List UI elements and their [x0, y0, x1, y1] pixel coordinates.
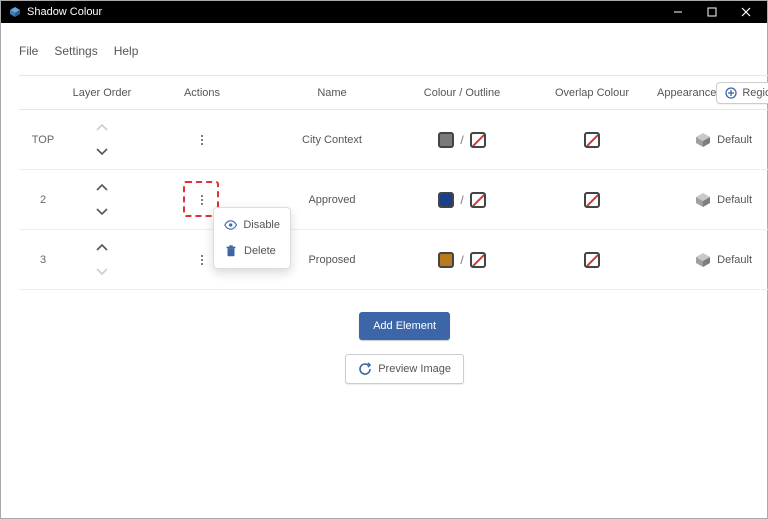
table-header: Layer Order Actions Name Colour / Outlin…	[19, 76, 768, 110]
minimize-button[interactable]	[661, 1, 695, 23]
col-layer-order: Layer Order	[67, 87, 137, 99]
colour-swatch[interactable]	[438, 192, 454, 208]
layer-table: Layer Order Actions Name Colour / Outlin…	[19, 75, 768, 290]
outline-swatch[interactable]	[470, 252, 486, 268]
eye-icon	[224, 218, 237, 232]
slash: /	[460, 133, 463, 147]
preview-label: Preview Image	[378, 363, 451, 375]
add-element-button[interactable]: Add Element	[359, 312, 450, 340]
row-actions-button[interactable]	[191, 129, 213, 151]
col-actions: Actions	[137, 87, 267, 99]
table-row: 3 Proposed /	[19, 230, 768, 290]
region-label: Region	[742, 87, 768, 99]
footer-buttons: Add Element Preview Image	[19, 312, 768, 384]
colour-swatch[interactable]	[438, 252, 454, 268]
menu-settings[interactable]: Settings	[54, 44, 97, 58]
popover-disable[interactable]: Disable	[214, 212, 290, 238]
col-appearance: Appearance	[657, 87, 716, 99]
move-down-button	[95, 267, 109, 277]
row-name: City Context	[267, 134, 397, 146]
menu-help[interactable]: Help	[114, 44, 139, 58]
cube-icon	[695, 192, 711, 208]
appearance-label[interactable]: Default	[717, 254, 752, 266]
popover-delete[interactable]: Delete	[214, 238, 290, 264]
add-region-button[interactable]: Region	[716, 82, 768, 104]
row-rank: 2	[19, 194, 67, 206]
maximize-button[interactable]	[695, 1, 729, 23]
app-window: Shadow Colour File Settings Help 1.8.0	[0, 0, 768, 519]
actions-popover: Disable Delete	[213, 207, 291, 269]
preview-image-button[interactable]: Preview Image	[345, 354, 464, 384]
move-up-button[interactable]	[95, 243, 109, 253]
col-colour-outline: Colour / Outline	[397, 87, 527, 99]
overlap-swatch[interactable]	[584, 192, 600, 208]
colour-swatch[interactable]	[438, 132, 454, 148]
move-down-button[interactable]	[95, 207, 109, 217]
popover-disable-label: Disable	[243, 219, 280, 231]
cube-icon	[695, 132, 711, 148]
app-icon	[9, 6, 21, 18]
refresh-icon	[358, 362, 372, 376]
row-rank: TOP	[19, 134, 67, 146]
trash-icon	[224, 244, 238, 258]
title: Shadow Colour	[9, 6, 102, 18]
slash: /	[460, 193, 463, 207]
row-name: Approved	[267, 194, 397, 206]
col-name: Name	[267, 87, 397, 99]
title-text: Shadow Colour	[27, 6, 102, 18]
appearance-label[interactable]: Default	[717, 194, 752, 206]
menu-file[interactable]: File	[19, 44, 38, 58]
move-up-button[interactable]	[95, 183, 109, 193]
slash: /	[460, 253, 463, 267]
row-rank: 3	[19, 254, 67, 266]
popover-delete-label: Delete	[244, 245, 276, 257]
table-row: 2 Disable	[19, 170, 768, 230]
cube-icon	[695, 252, 711, 268]
outline-swatch[interactable]	[470, 192, 486, 208]
move-down-button[interactable]	[95, 147, 109, 157]
overlap-swatch[interactable]	[584, 252, 600, 268]
overlap-swatch[interactable]	[584, 132, 600, 148]
appearance-label[interactable]: Default	[717, 134, 752, 146]
row-actions-button[interactable]	[191, 249, 213, 271]
outline-swatch[interactable]	[470, 132, 486, 148]
move-up-button	[95, 123, 109, 133]
plus-circle-icon	[725, 87, 737, 99]
col-overlap: Overlap Colour	[527, 87, 657, 99]
table-row: TOP City Context /	[19, 110, 768, 170]
close-button[interactable]	[729, 1, 763, 23]
title-bar: Shadow Colour	[1, 1, 767, 23]
menu-bar: File Settings Help 1.8.0	[19, 35, 768, 67]
